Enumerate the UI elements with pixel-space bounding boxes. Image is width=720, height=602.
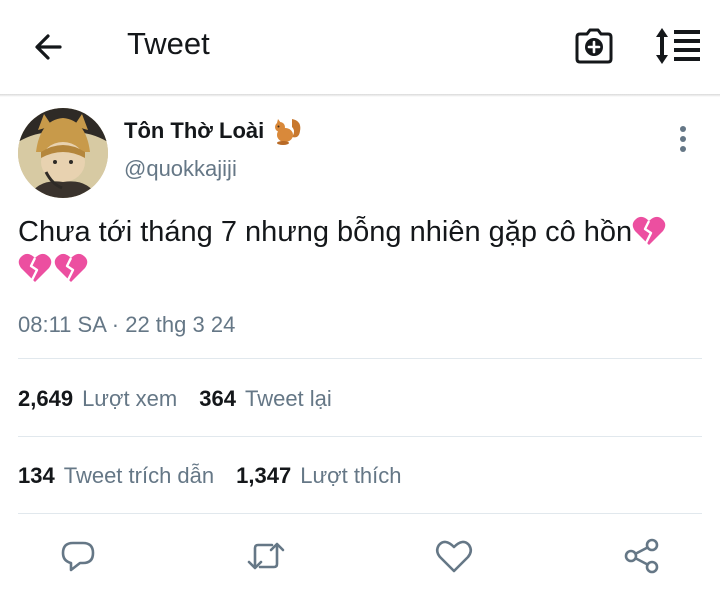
retweets-label[interactable]: Tweet lại (245, 386, 332, 412)
broken-heart-icon (18, 252, 52, 284)
divider (18, 436, 702, 437)
quotes-label[interactable]: Tweet trích dẫn (64, 463, 214, 489)
reply-icon[interactable] (56, 534, 100, 578)
divider (18, 513, 702, 514)
share-icon[interactable] (620, 534, 664, 578)
tweet-text: Chưa tới tháng 7 nhưng bỗng nhiên gặp cô… (18, 213, 708, 251)
stats-row-1: 2,649 Lượt xem 364 Tweet lại (18, 386, 332, 412)
arrow-left-icon[interactable] (30, 27, 70, 67)
avatar[interactable] (18, 108, 108, 198)
views-stat: 2,649 Lượt xem (18, 386, 177, 412)
top-bar-shadow (0, 94, 720, 97)
tweet-text-emoji-line (18, 252, 88, 284)
tweet-timestamp[interactable]: 08:11 SA · 22 thg 3 24 (18, 312, 235, 338)
broken-heart-icon (632, 215, 666, 247)
retweets-count[interactable]: 364 (199, 386, 236, 412)
camera-add-icon[interactable] (574, 26, 614, 66)
broken-heart-icon (54, 252, 88, 284)
views-label: Lượt xem (82, 386, 178, 411)
divider (18, 358, 702, 359)
retweets-stat[interactable]: 364 Tweet lại (199, 386, 332, 412)
quotes-count[interactable]: 134 (18, 463, 55, 489)
likes-count[interactable]: 1,347 (236, 463, 291, 489)
stats-row-2: 134 Tweet trích dẫn 1,347 Lượt thích (18, 463, 402, 489)
tweet-text-content: Chưa tới tháng 7 nhưng bỗng nhiên gặp cô… (18, 216, 633, 248)
likes-label[interactable]: Lượt thích (300, 463, 401, 489)
more-options-icon[interactable] (670, 124, 696, 154)
squirrel-icon (272, 117, 302, 145)
author-row[interactable]: Tôn Thờ Loài (124, 117, 302, 145)
author-name[interactable]: Tôn Thờ Loài (124, 118, 264, 144)
quotes-stat[interactable]: 134 Tweet trích dẫn (18, 463, 214, 489)
sort-list-icon[interactable] (654, 27, 702, 65)
likes-stat[interactable]: 1,347 Lượt thích (236, 463, 401, 489)
author-handle[interactable]: @quokkajiji (124, 156, 237, 182)
like-icon[interactable] (432, 534, 476, 578)
retweet-icon[interactable] (244, 534, 288, 578)
page-title: Tweet (127, 26, 210, 61)
views-count: 2,649 (18, 386, 74, 411)
